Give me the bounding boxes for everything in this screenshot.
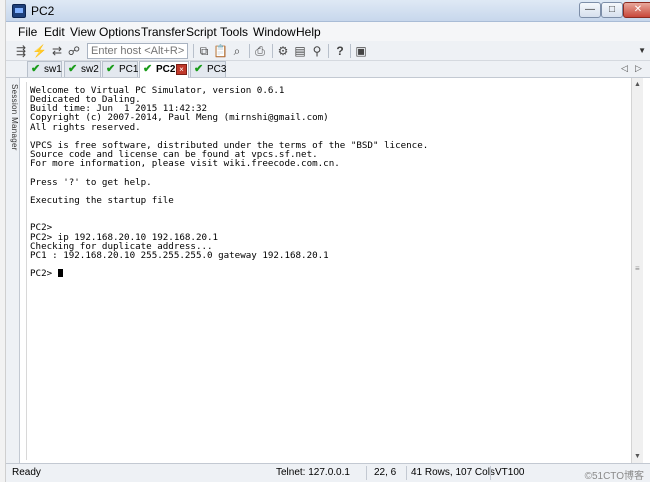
toolbar-divider (249, 44, 250, 58)
connected-check-icon: ✔ (68, 63, 78, 75)
tab-label: PC1 (119, 64, 139, 75)
scroll-up-icon[interactable]: ▲ (634, 81, 641, 88)
terminal-line: Executing the startup file (30, 194, 174, 206)
menu-window[interactable]: Window (253, 25, 296, 39)
vertical-scrollbar[interactable]: ▲ ≡ ▼ (631, 78, 643, 463)
menu-edit[interactable]: Edit (44, 25, 65, 39)
toolbar-divider (193, 44, 194, 58)
status-state: Ready (12, 467, 41, 478)
paste-icon[interactable]: 📋 (213, 44, 228, 58)
copy-icon[interactable]: ⧉ (197, 44, 211, 58)
menu-options[interactable]: Options (99, 25, 140, 39)
toolbar-overflow-icon[interactable]: ▼ (638, 46, 646, 55)
tab-label: PC3 (207, 64, 227, 75)
status-divider (406, 466, 407, 480)
menu-help[interactable]: Help (296, 25, 321, 39)
app-icon (12, 4, 26, 18)
tab-label: PC2 (156, 64, 176, 75)
connected-check-icon: ✔ (194, 63, 204, 75)
session-manager-label: Session Manager (10, 84, 19, 151)
settings-icon[interactable]: ⚙ (276, 44, 290, 58)
title-bar: PC2 — □ ✕ (6, 0, 650, 22)
terminal-line: All rights reserved. (30, 121, 141, 133)
tab-label: sw1 (44, 64, 62, 75)
tab-scroll-left-icon[interactable]: ◁ (621, 63, 628, 74)
toolbar-divider (350, 44, 351, 58)
terminal-line: Press '?' to get help. (30, 176, 152, 188)
menu-tools[interactable]: Tools (220, 25, 248, 39)
watermark: ©51CTO博客 (584, 471, 644, 482)
maximize-button[interactable]: □ (601, 2, 623, 18)
tab-label: sw2 (81, 64, 99, 75)
tab-pc1[interactable]: ✔ PC1 (102, 61, 138, 77)
find-icon[interactable]: ⌕ (230, 44, 244, 58)
terminal-cursor (57, 269, 63, 278)
toolbar-divider (272, 44, 273, 58)
menu-file[interactable]: File (18, 25, 37, 39)
connect-icon[interactable]: ⇶ (14, 44, 28, 58)
reconnect-icon[interactable]: ⇄ (50, 44, 64, 58)
close-button[interactable]: ✕ (623, 2, 650, 18)
session-manager-panel[interactable]: Session Manager (6, 78, 20, 463)
toolbar-divider (328, 44, 329, 58)
tab-sw2[interactable]: ✔ sw2 (64, 61, 101, 77)
keymap-icon[interactable]: ⚲ (310, 44, 324, 58)
status-divider (490, 466, 491, 480)
session-tab-bar: ✔ sw1 ✔ sw2 ✔ PC1 ✔ PC2 × ✔ PC3 ◁ ▷ (6, 61, 650, 78)
tab-pc3[interactable]: ✔ PC3 (190, 61, 226, 77)
minimize-button[interactable]: — (579, 2, 601, 18)
help-icon[interactable]: ? (333, 44, 347, 58)
screen-icon[interactable]: ▣ (354, 44, 368, 58)
menu-bar: File Edit View Options Transfer Script T… (6, 22, 650, 41)
status-size: 41 Rows, 107 Cols (411, 467, 495, 478)
scroll-thumb[interactable]: ≡ (635, 264, 640, 273)
tab-sw1[interactable]: ✔ sw1 (27, 61, 62, 77)
status-cursor-position: 22, 6 (374, 467, 397, 478)
terminal-line: For more information, please visit wiki.… (30, 158, 340, 170)
window-title: PC2 (31, 4, 55, 18)
session-options-icon[interactable]: ▤ (293, 44, 307, 58)
tab-scroll-right-icon[interactable]: ▷ (635, 63, 642, 74)
status-bar: Ready Telnet: 127.0.0.1 22, 6 41 Rows, 1… (6, 463, 650, 482)
status-divider (366, 466, 367, 480)
terminal-output: Welcome to Virtual PC Simulator, version… (30, 86, 428, 278)
menu-view[interactable]: View (70, 25, 96, 39)
terminal-lines: Welcome to Virtual PC Simulator, version… (30, 85, 428, 261)
terminal-line: PC1 : 192.168.20.10 255.255.255.0 gatewa… (30, 249, 329, 261)
menu-script[interactable]: Script (186, 25, 217, 39)
quick-connect-icon[interactable]: ⚡ (32, 44, 47, 58)
print-icon[interactable]: ⎙ (253, 44, 267, 58)
host-input[interactable] (87, 43, 188, 59)
toolbar: ⇶ ⚡ ⇄ ☍ ⧉ 📋 ⌕ ⎙ ⚙ ▤ ⚲ ? ▣ ▼ (6, 41, 650, 61)
connected-check-icon: ✔ (31, 63, 41, 75)
status-connection: Telnet: 127.0.0.1 (276, 467, 350, 478)
terminal-view[interactable]: Welcome to Virtual PC Simulator, version… (26, 82, 631, 460)
scroll-down-icon[interactable]: ▼ (634, 453, 641, 460)
status-emulation: VT100 (495, 467, 525, 478)
menu-transfer[interactable]: Transfer (141, 25, 185, 39)
disconnect-icon[interactable]: ☍ (67, 44, 81, 58)
connected-check-icon: ✔ (106, 63, 116, 75)
close-tab-icon[interactable]: × (176, 64, 187, 75)
connected-check-icon: ✔ (143, 63, 153, 75)
terminal-prompt: PC2> (30, 268, 58, 280)
